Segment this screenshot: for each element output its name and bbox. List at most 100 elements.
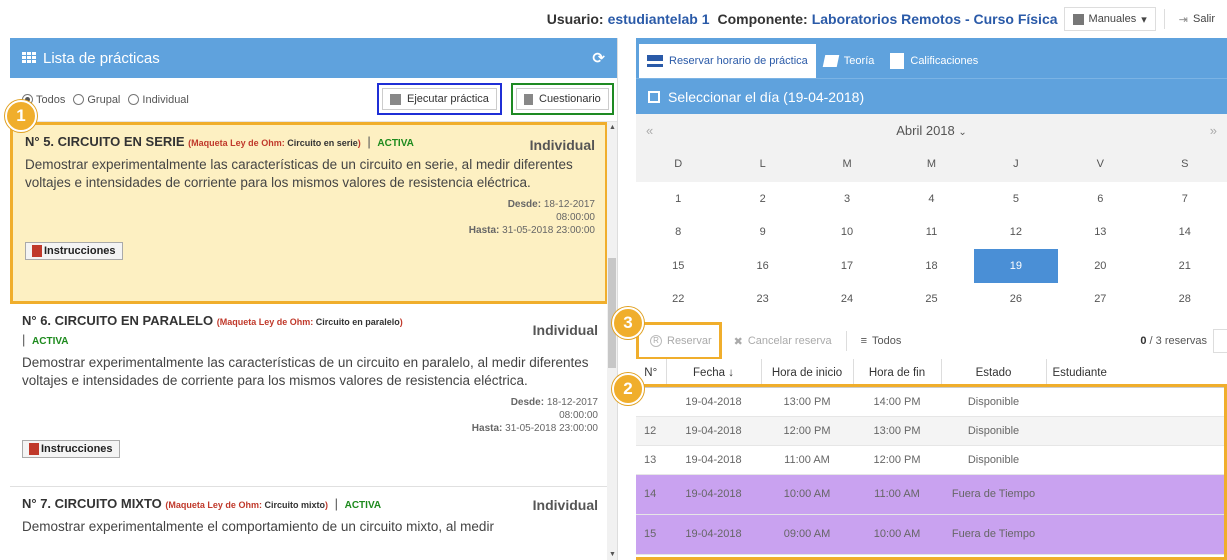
practice-item-7[interactable]: Individual N° 7. CIRCUITO MIXTO (Maqueta… — [10, 487, 608, 560]
calendar-day[interactable]: 17 — [805, 249, 889, 283]
calendar-day[interactable]: 6 — [1058, 182, 1142, 216]
all-filter-button[interactable]: ≡ Todos — [853, 329, 910, 353]
calendar-day[interactable]: 13 — [1058, 216, 1142, 250]
reserve-highlight — [636, 322, 722, 360]
run-practice-button[interactable]: Ejecutar práctica — [382, 88, 497, 110]
tab-theory[interactable]: Teoría — [816, 44, 883, 78]
tab-grades[interactable]: Calificaciones — [882, 44, 986, 78]
instructions-button[interactable]: Instrucciones — [22, 440, 120, 458]
calendar-grid: D L M M J V S 1 2 3 4 5 6 7 8 9 10 11 12… — [636, 146, 1227, 316]
reservation-toolbar: R Reservar ✖ Cancelar reserva ≡ Todos 0 … — [636, 322, 1227, 360]
weekday: L — [720, 146, 805, 182]
col-status[interactable]: Estado — [941, 359, 1047, 388]
day-selector-header[interactable]: Seleccionar el día (19-04-2018) — [636, 78, 1227, 114]
tab-reserve[interactable]: Reservar horario de práctica — [639, 44, 816, 78]
practice-description: Demostrar experimentalmente el comportam… — [22, 519, 494, 534]
quiz-button-highlight: Cuestionario — [511, 83, 614, 115]
practice-list-scrollbar[interactable]: ▲ ▼ — [607, 122, 617, 560]
col-date[interactable]: Fecha ↓ — [666, 359, 762, 388]
calendar-day[interactable]: 1 — [636, 182, 720, 216]
book-icon — [822, 55, 840, 67]
manuals-label: Manuales — [1088, 13, 1137, 25]
maqueta-label: (Maqueta Ley de Ohm: Circuito en serie) — [188, 138, 361, 148]
radio-icon — [128, 94, 140, 105]
schedule-highlight — [636, 384, 1227, 560]
calendar-week: 15 16 17 18 19 20 21 — [636, 249, 1227, 283]
component-value: Laboratorios Remotos - Curso Física — [811, 11, 1058, 27]
calendar-day[interactable]: 8 — [636, 216, 720, 250]
maqueta-label: (Maqueta Ley de Ohm: Circuito mixto) — [165, 500, 328, 510]
col-student[interactable]: Estudiante — [1046, 359, 1227, 388]
calendar-day[interactable]: 7 — [1143, 182, 1227, 216]
calendar-day[interactable]: 15 — [636, 249, 720, 283]
col-start[interactable]: Hora de inicio — [761, 359, 854, 388]
col-end[interactable]: Hora de fin — [853, 359, 942, 388]
callout-badge-1: 1 — [5, 100, 37, 132]
user-label: Usuario: — [546, 11, 604, 27]
refresh-icon[interactable]: ⟳ — [592, 49, 605, 67]
scroll-up-icon[interactable]: ▲ — [609, 124, 616, 131]
next-month-button[interactable]: » — [1210, 123, 1217, 138]
calendar-day[interactable]: 23 — [720, 283, 804, 317]
calendar-day[interactable]: 11 — [889, 216, 973, 250]
list-icon — [647, 55, 663, 67]
calendar-week: 8 9 10 11 12 13 14 — [636, 216, 1227, 250]
instructions-button[interactable]: Instrucciones — [25, 242, 123, 260]
filter-individual[interactable]: Individual — [128, 94, 189, 106]
grid-header-row: N° Fecha ↓ Hora de inicio Hora de fin Es… — [636, 359, 1227, 388]
calendar-day[interactable]: 12 — [974, 216, 1058, 250]
filter-grupal[interactable]: Grupal — [73, 94, 120, 106]
user-value: estudiantelab 1 — [607, 11, 710, 27]
calendar-day[interactable]: 9 — [720, 216, 804, 250]
book-icon — [1072, 13, 1084, 25]
cancel-reservation-button[interactable]: ✖ Cancelar reserva — [726, 329, 840, 353]
weekday: M — [889, 146, 974, 182]
calendar-day-selected[interactable]: 19 — [973, 249, 1059, 283]
calendar-day[interactable]: 27 — [1058, 283, 1142, 317]
practice-description: Demostrar experimentalmente las caracter… — [22, 355, 589, 388]
month-selector[interactable]: Abril 2018 ⌄ — [896, 123, 967, 138]
radio-icon — [73, 94, 85, 105]
calendar-day[interactable]: 14 — [1143, 216, 1227, 250]
component-label: Componente: — [717, 11, 808, 27]
calendar-day[interactable]: 28 — [1143, 283, 1227, 317]
run-icon — [390, 93, 401, 105]
grid-icon — [22, 52, 36, 64]
practice-dates: Desde: 18-12-2017 08:00:00 Hasta: 31-05-… — [468, 199, 595, 236]
practice-item-5[interactable]: Individual N° 5. CIRCUITO EN SERIE (Maqu… — [10, 122, 608, 304]
status-badge: ACTIVA — [377, 138, 414, 149]
prev-month-button[interactable]: « — [646, 123, 653, 138]
practice-type: Individual — [532, 497, 598, 513]
quiz-button[interactable]: Cuestionario — [516, 88, 609, 110]
calendar-day[interactable]: 24 — [805, 283, 889, 317]
calendar-day[interactable]: 4 — [889, 182, 973, 216]
caret-down-icon: ▾ — [1141, 13, 1147, 26]
scroll-down-icon[interactable]: ▼ — [609, 551, 616, 558]
practice-description: Demostrar experimentalmente las caracter… — [25, 157, 573, 190]
top-bar: Usuario: estudiantelab 1 Componente: Lab… — [0, 0, 1227, 38]
callout-badge-2: 2 — [612, 373, 644, 405]
calendar-day[interactable]: 22 — [636, 283, 720, 317]
calendar-day[interactable]: 2 — [720, 182, 804, 216]
calendar-day[interactable]: 16 — [720, 249, 804, 283]
exit-label: Salir — [1192, 13, 1215, 25]
calendar-day[interactable]: 21 — [1143, 249, 1227, 283]
calendar-day[interactable]: 18 — [889, 249, 973, 283]
exit-button[interactable]: ⇥ Salir — [1170, 7, 1223, 31]
search-icon[interactable] — [1213, 329, 1227, 353]
close-icon: ✖ — [733, 335, 743, 348]
calendar-day[interactable]: 5 — [974, 182, 1058, 216]
calendar-week: 1 2 3 4 5 6 7 — [636, 182, 1227, 216]
practice-list: Individual N° 5. CIRCUITO EN SERIE (Maqu… — [10, 122, 608, 560]
manuals-button[interactable]: Manuales ▾ — [1063, 7, 1156, 31]
calendar-day[interactable]: 20 — [1058, 249, 1142, 283]
practice-item-6[interactable]: Individual N° 6. CIRCUITO EN PARALELO (M… — [10, 304, 608, 487]
calendar-day[interactable]: 26 — [974, 283, 1058, 317]
copy-icon — [890, 53, 905, 69]
practice-type: Individual — [529, 137, 595, 153]
practice-type: Individual — [532, 322, 598, 338]
calendar-day[interactable]: 3 — [805, 182, 889, 216]
calendar-day[interactable]: 25 — [889, 283, 973, 317]
weekday: J — [973, 146, 1059, 182]
calendar-day[interactable]: 10 — [805, 216, 889, 250]
